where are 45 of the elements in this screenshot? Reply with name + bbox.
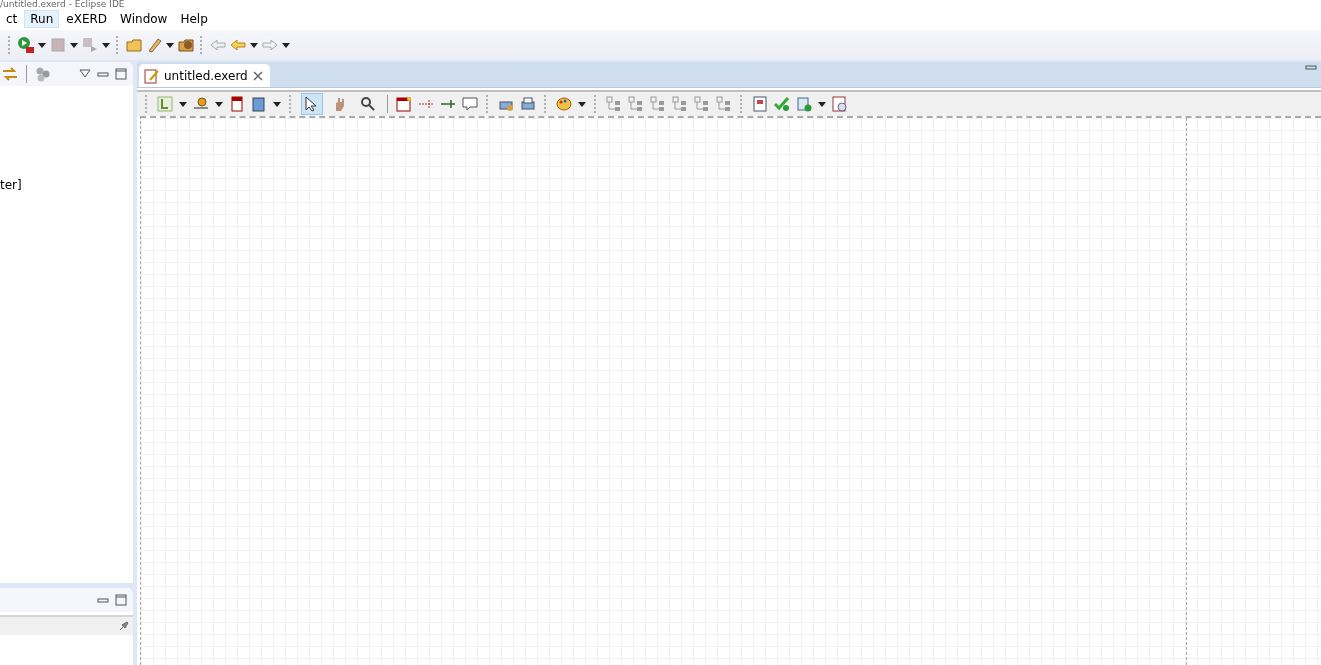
pointer-tool[interactable] [301,93,323,115]
menu-item[interactable]: Run [24,10,60,28]
caret-icon[interactable] [282,42,290,48]
tree-item[interactable]: ter] [0,86,133,192]
folder-icon[interactable] [178,37,194,53]
folder-icon[interactable] [126,37,142,53]
caret-icon[interactable] [179,101,187,107]
maximize-icon[interactable] [115,68,127,80]
layout-icon[interactable] [672,96,688,112]
maximize-icon[interactable] [115,594,127,606]
menu-item[interactable]: eXERD [60,10,114,28]
caret-icon[interactable] [578,101,586,107]
entity-icon[interactable] [229,96,245,112]
window-title: /untitled.exerd - Eclipse IDE [0,0,126,9]
new-table-icon[interactable] [396,96,412,112]
caret-icon[interactable] [250,42,258,48]
edit-file-icon[interactable] [144,67,160,84]
search-icon [360,96,376,112]
circles-icon[interactable] [35,66,51,82]
layout-icon[interactable] [694,96,710,112]
printer-icon[interactable] [520,96,536,112]
layout-icon[interactable] [716,96,732,112]
document-icon[interactable] [752,96,768,112]
caret-icon[interactable] [818,101,826,107]
menu-item[interactable]: ct [0,10,24,28]
caret-icon[interactable] [166,42,174,48]
close-icon[interactable] [251,69,264,82]
caret-icon[interactable] [70,42,78,48]
editor-tab[interactable]: untitled.exerd [139,64,270,87]
menu-item[interactable]: Window [114,10,174,28]
layout-icon[interactable] [628,96,644,112]
pen-icon[interactable] [146,37,162,53]
view-menu-icon[interactable] [79,69,91,79]
caret-icon[interactable] [102,42,110,48]
check-icon[interactable] [774,96,790,112]
caret-icon[interactable] [273,101,281,107]
caret-icon[interactable] [215,101,223,107]
run-icon[interactable] [18,37,34,53]
menu-item[interactable]: Help [174,10,214,28]
palette-icon[interactable] [556,96,572,112]
pin-icon[interactable] [119,621,129,631]
caret-icon[interactable] [38,42,46,48]
note-icon[interactable] [462,96,478,112]
layout-icon[interactable] [606,96,622,112]
layout-icon[interactable] [650,96,666,112]
